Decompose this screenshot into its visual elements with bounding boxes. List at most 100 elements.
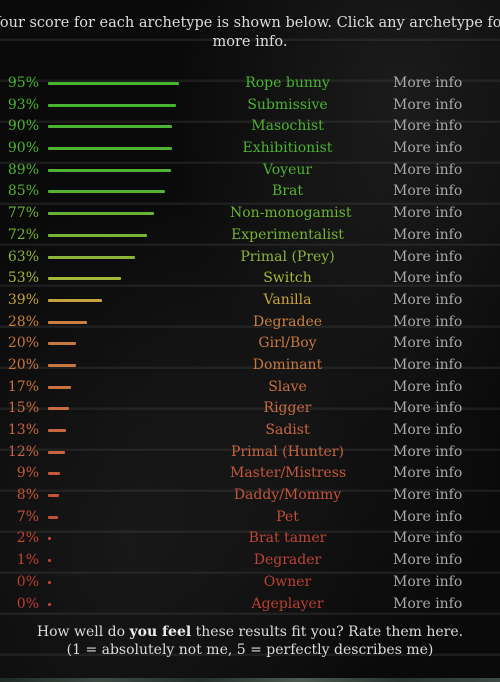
score-bar [48,472,60,476]
archetype-link[interactable]: Exhibitionist [230,140,345,156]
archetype-link[interactable]: Daddy/Mommy [230,487,345,503]
score-bar [48,233,147,237]
intro-text: Your score for each archetype is shown b… [0,15,500,50]
archetype-link[interactable]: Ageplayer [230,596,345,612]
rating-prompt-prefix: How well do [36,624,130,640]
more-info-link[interactable]: More info [393,465,462,481]
more-info-link[interactable]: More info [393,97,462,113]
more-info-link[interactable]: More info [393,118,462,134]
archetype-row: 95% Rope bunny More info [0,72,500,94]
score-bar [48,385,71,389]
score-percent-label: 63% [7,248,39,265]
score-percent-label: 90% [7,118,39,135]
more-info-link[interactable]: More info [393,249,462,265]
more-info-link[interactable]: More info [393,75,462,91]
score-bar [48,342,76,346]
archetype-row: 90% Masochist More info [0,115,500,137]
archetype-row: 1% Degrader More info [0,549,500,571]
more-info-link[interactable]: More info [393,444,462,460]
archetype-row: 53% Switch More info [0,267,500,289]
archetype-link[interactable]: Brat tamer [230,530,345,546]
more-info-link[interactable]: More info [393,140,462,156]
archetype-link[interactable]: Rigger [230,400,345,416]
more-info-link[interactable]: More info [393,183,462,199]
archetype-row: 7% Pet More info [0,506,500,528]
archetype-row: 63% Primal (Prey) More info [0,246,500,268]
score-bar [48,429,66,432]
more-info-link[interactable]: More info [393,314,462,330]
rating-prompt-suffix: these results fit you? Rate them here. [191,624,464,640]
score-percent-label: 13% [7,422,39,438]
archetype-results-list: 95% Rope bunny More info 93% Submissive More … [0,72,500,614]
more-info-link[interactable]: More info [393,270,462,286]
score-bar [48,298,102,302]
more-info-link[interactable]: More info [393,357,462,373]
archetype-link[interactable]: Degradee [230,314,345,330]
archetype-row: 2% Brat tamer More info [0,527,500,549]
score-bar [48,255,135,259]
score-percent-label: 0% [16,595,39,612]
archetype-link[interactable]: Slave [230,379,345,395]
score-bar [48,168,171,172]
score-percent-label: 20% [7,335,39,352]
more-info-link[interactable]: More info [393,422,462,438]
archetype-link[interactable]: Rope bunny [230,75,345,91]
score-bar [48,103,176,107]
archetype-link[interactable]: Master/Mistress [230,465,346,481]
more-info-link[interactable]: More info [393,596,462,612]
rating-prompt-line1: How well do you feel these results fit y… [0,623,500,641]
archetype-row: 15% Rigger More info [0,397,500,419]
score-percent-label: 1% [16,552,39,569]
score-bar [48,537,51,541]
more-info-link[interactable]: More info [393,530,462,546]
archetype-link[interactable]: Girl/Boy [230,335,345,351]
more-info-link[interactable]: More info [393,335,462,351]
rating-prompt-emphasis: you feel [129,624,192,640]
score-bar [48,320,87,324]
score-percent-label: 89% [7,161,39,178]
archetype-link[interactable]: Dominant [230,357,345,373]
score-percent-label: 12% [7,443,39,460]
more-info-link[interactable]: More info [393,205,462,221]
more-info-link[interactable]: More info [393,379,462,395]
more-info-link[interactable]: More info [393,552,462,568]
score-percent-label: 2% [16,530,39,547]
score-bar [48,515,58,519]
archetype-row: 0% Owner More info [0,571,500,593]
archetype-link[interactable]: Pet [230,509,345,525]
score-bar [48,559,51,563]
more-info-link[interactable]: More info [393,574,462,590]
archetype-link[interactable]: Primal (Hunter) [230,444,345,460]
archetype-row: 90% Exhibitionist More info [0,137,500,159]
archetype-row: 13% Sadist More info [0,419,500,441]
score-bar [48,212,154,216]
archetype-link[interactable]: Submissive [230,97,345,113]
archetype-link[interactable]: Brat [230,183,345,199]
more-info-link[interactable]: More info [393,487,462,503]
archetype-link[interactable]: Degrader [230,552,345,568]
archetype-link[interactable]: Primal (Prey) [230,249,345,265]
archetype-link[interactable]: Switch [230,270,345,286]
archetype-link[interactable]: Experimentalist [230,227,345,243]
more-info-link[interactable]: More info [393,292,462,308]
more-info-link[interactable]: More info [393,162,462,178]
archetype-link[interactable]: Sadist [230,422,345,438]
archetype-row: 28% Degradee More info [0,311,500,333]
score-percent-label: 77% [7,205,39,222]
bottom-strip [0,678,500,682]
archetype-link[interactable]: Owner [230,574,345,590]
more-info-link[interactable]: More info [393,400,462,416]
archetype-link[interactable]: Masochist [230,118,345,134]
score-percent-label: 15% [7,400,39,417]
more-info-link[interactable]: More info [393,509,462,525]
archetype-row: 17% Slave More info [0,376,500,398]
archetype-link[interactable]: Voyeur [230,162,345,178]
score-percent-label: 9% [16,465,39,482]
score-percent-label: 28% [7,313,39,330]
archetype-row: 20% Dominant More info [0,354,500,376]
score-bar [48,363,76,367]
archetype-link[interactable]: Vanilla [230,292,345,308]
archetype-link[interactable]: Non-monogamist [230,205,351,221]
more-info-link[interactable]: More info [393,227,462,243]
score-bar [48,450,65,454]
